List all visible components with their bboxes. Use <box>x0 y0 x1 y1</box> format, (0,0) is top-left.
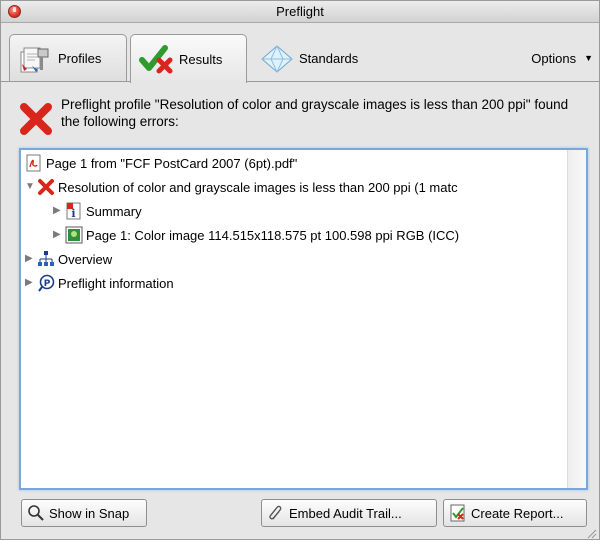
svg-text:i: i <box>71 207 75 220</box>
results-panel: Preflight profile "Resolution of color a… <box>9 90 591 533</box>
tab-profiles-label: Profiles <box>58 51 102 66</box>
tree-item-label: Page 1 from "FCF PostCard 2007 (6pt).pdf… <box>46 155 298 171</box>
results-tree[interactable]: Page 1 from "FCF PostCard 2007 (6pt).pdf… <box>19 148 588 490</box>
embed-audit-trail-button[interactable]: Embed Audit Trail... <box>261 499 437 527</box>
tab-standards[interactable]: Standards <box>250 34 378 82</box>
tab-divider <box>1 81 599 82</box>
error-x-large-icon <box>19 102 53 136</box>
tree-item-preflight-info[interactable]: ▶ P Preflight information <box>25 272 174 294</box>
create-report-button[interactable]: Create Report... <box>443 499 587 527</box>
checkmark-x-icon <box>139 44 175 74</box>
tab-standards-label: Standards <box>299 51 359 66</box>
collapsed-triangle-icon[interactable]: ▶ <box>25 254 35 264</box>
magnifier-icon <box>27 504 45 522</box>
vertical-scrollbar[interactable] <box>567 150 586 488</box>
tree-item-error[interactable]: ▼ Resolution of color and grayscale imag… <box>25 176 458 198</box>
tab-results[interactable]: Results <box>130 34 247 83</box>
tree-item-label: Page 1: Color image 114.515x118.575 pt 1… <box>86 227 460 243</box>
profiles-icon <box>18 44 54 74</box>
hierarchy-icon <box>37 250 55 268</box>
tree-item-label: Overview <box>58 251 113 267</box>
collapsed-triangle-icon[interactable]: ▶ <box>53 206 63 216</box>
tree-item-image[interactable]: ▶ Page 1: Color image 114.515x118.575 pt… <box>53 224 459 246</box>
tree-item-label: Summary <box>86 203 142 219</box>
embed-audit-trail-label: Embed Audit Trail... <box>289 505 402 521</box>
close-button[interactable] <box>8 5 21 18</box>
preflight-info-icon: P <box>37 274 55 292</box>
info-icon: i <box>65 202 83 220</box>
tree-item-label: Preflight information <box>58 275 174 291</box>
title-bar: Preflight <box>1 1 599 23</box>
pdf-icon <box>25 154 43 172</box>
error-x-icon <box>37 178 55 196</box>
show-in-snap-label: Show in Snap <box>49 505 130 521</box>
paperclip-icon <box>267 504 285 522</box>
options-menu[interactable]: Options ▼ <box>531 51 593 66</box>
expanded-triangle-icon[interactable]: ▼ <box>25 182 35 192</box>
tab-results-label: Results <box>179 51 223 67</box>
error-message-text: Preflight profile "Resolution of color a… <box>61 97 569 129</box>
tree-item-overview[interactable]: ▶ Overview <box>25 248 112 270</box>
collapsed-triangle-icon[interactable]: ▶ <box>53 230 63 240</box>
diamond-icon <box>259 44 295 74</box>
options-label: Options <box>531 51 577 66</box>
svg-text:P: P <box>44 279 51 289</box>
tree-item-summary[interactable]: ▶ i Summary <box>53 200 142 222</box>
resize-grip-icon[interactable] <box>587 527 597 539</box>
create-report-label: Create Report... <box>471 505 564 521</box>
tree-item-label: Resolution of color and grayscale images… <box>58 179 458 195</box>
collapsed-triangle-icon[interactable]: ▶ <box>25 278 35 288</box>
tree-item-page[interactable]: Page 1 from "FCF PostCard 2007 (6pt).pdf… <box>25 152 297 174</box>
tab-toolbar: Profiles Results Standards Options ▼ <box>1 24 599 83</box>
window-title: Preflight <box>276 4 324 19</box>
preflight-window: Preflight Profiles Results Standards Opt… <box>0 0 600 540</box>
show-in-snap-button[interactable]: Show in Snap <box>21 499 147 527</box>
tab-profiles[interactable]: Profiles <box>9 34 127 82</box>
chevron-down-icon: ▼ <box>584 53 593 63</box>
image-icon <box>65 226 83 244</box>
report-icon <box>449 504 467 522</box>
